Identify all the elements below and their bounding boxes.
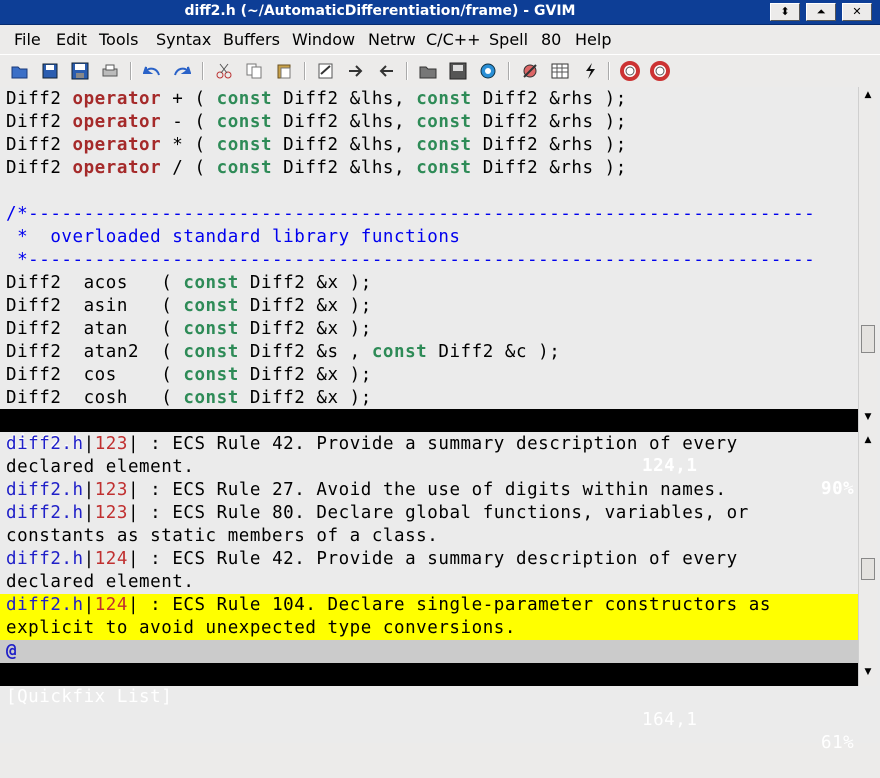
toolbar-separator	[508, 62, 510, 80]
print-icon[interactable]	[98, 59, 122, 83]
status-filename: [Quickfix List]	[6, 687, 173, 707]
comment-line[interactable]: /*--------------------------------------…	[6, 203, 815, 226]
menu-syntax[interactable]: Syntax	[156, 30, 211, 49]
save-icon[interactable]	[38, 59, 62, 83]
minimize-button[interactable]: ⬍	[770, 3, 800, 21]
code-line[interactable]: Diff2 asin ( const Diff2 &x );	[6, 295, 372, 318]
quickfix-item[interactable]: diff2.h|123| : ECS Rule 42. Provide a su…	[6, 433, 738, 456]
menu-spell[interactable]: Spell	[489, 30, 528, 49]
scroll-down-arrow-icon[interactable]: ▼	[860, 664, 876, 680]
shell-icon[interactable]	[548, 59, 572, 83]
code-line[interactable]: Diff2 operator + ( const Diff2 &lhs, con…	[6, 88, 627, 111]
quickfix-item-current[interactable]: diff2.h|124| : ECS Rule 104. Declare sin…	[6, 594, 771, 617]
quickfix-item-cont[interactable]: constants as static members of a class.	[6, 525, 438, 548]
quickfix-item-cont[interactable]: declared element.	[6, 456, 194, 479]
undo-icon[interactable]	[140, 59, 164, 83]
open-icon[interactable]	[8, 59, 32, 83]
scrollbar-top[interactable]: ▲ ▼	[858, 87, 877, 432]
code-line[interactable]: Diff2 cosh ( const Diff2 &x );	[6, 387, 372, 410]
status-percent: 90%	[821, 479, 855, 499]
maximize-icon: ⏶	[816, 5, 826, 18]
replace-icon[interactable]	[314, 59, 338, 83]
code-line[interactable]: Diff2 operator - ( const Diff2 &lhs, con…	[6, 111, 627, 134]
code-line[interactable]: Diff2 atan ( const Diff2 &x );	[6, 318, 372, 341]
back-icon[interactable]	[374, 59, 398, 83]
run-script-icon[interactable]	[476, 59, 500, 83]
forward-icon[interactable]	[344, 59, 368, 83]
minimize-icon: ⬍	[780, 5, 790, 18]
toolbar-separator	[202, 62, 204, 80]
quickfix-item-cont[interactable]: declared element.	[6, 571, 194, 594]
cut-icon[interactable]	[212, 59, 236, 83]
scroll-up-arrow-icon[interactable]: ▲	[860, 87, 876, 103]
menu-edit[interactable]: Edit	[56, 30, 87, 49]
make-icon[interactable]	[518, 59, 542, 83]
menu-window[interactable]: Window	[292, 30, 355, 49]
menu-80[interactable]: 80	[541, 30, 561, 49]
cursor-marker: @	[6, 641, 18, 661]
status-position: 164,1	[642, 710, 698, 730]
quickfix-item-cont[interactable]: explicit to avoid unexpected type conver…	[6, 617, 516, 640]
menu-file[interactable]: File	[14, 30, 41, 49]
toolbar-separator	[130, 62, 132, 80]
help-icon[interactable]	[618, 59, 642, 83]
maximize-button[interactable]: ⏶	[806, 3, 836, 21]
title-bar: diff2.h (~/AutomaticDifferentiation/fram…	[0, 0, 880, 25]
scrollbar-bottom[interactable]: ▲ ▼	[858, 432, 877, 686]
code-line[interactable]: Diff2 operator / ( const Diff2 &lhs, con…	[6, 157, 627, 180]
code-line[interactable]: Diff2 acos ( const Diff2 &x );	[6, 272, 372, 295]
paste-icon[interactable]	[272, 59, 296, 83]
code-line[interactable]: Diff2 operator * ( const Diff2 &lhs, con…	[6, 134, 627, 157]
menu-tools[interactable]: Tools	[99, 30, 138, 49]
menu-help[interactable]: Help	[575, 30, 611, 49]
scroll-up-arrow-icon[interactable]: ▲	[860, 432, 876, 448]
save-session-icon[interactable]	[446, 59, 470, 83]
menu-c-cpp[interactable]: C/C++	[426, 30, 481, 49]
toolbar	[0, 54, 880, 88]
quickfix-item[interactable]: diff2.h|124| : ECS Rule 42. Provide a su…	[6, 548, 738, 571]
status-position: 124,1	[642, 456, 698, 476]
editor-area[interactable]: Diff2 operator + ( const Diff2 &lhs, con…	[0, 87, 880, 753]
cursor-row	[0, 640, 858, 663]
scrollbar-thumb[interactable]	[861, 558, 875, 580]
status-line-bottom: [Quickfix List] 164,1 61%	[0, 663, 858, 753]
comment-line[interactable]: * overloaded standard library functions	[6, 226, 461, 249]
toolbar-separator	[608, 62, 610, 80]
close-button[interactable]: ✕	[842, 3, 872, 21]
menu-bar: File Edit Tools Syntax Buffers Window Ne…	[0, 25, 880, 53]
save-all-icon[interactable]	[68, 59, 92, 83]
comment-line[interactable]: *---------------------------------------…	[6, 249, 815, 272]
toolbar-separator	[406, 62, 408, 80]
close-icon: ✕	[852, 5, 862, 18]
copy-icon[interactable]	[242, 59, 266, 83]
code-line[interactable]: Diff2 cos ( const Diff2 &x );	[6, 364, 372, 387]
quickfix-item[interactable]: diff2.h|123| : ECS Rule 80. Declare glob…	[6, 502, 749, 525]
status-percent: 61%	[821, 733, 855, 753]
ctags-icon[interactable]	[578, 59, 602, 83]
redo-icon[interactable]	[170, 59, 194, 83]
toolbar-separator	[304, 62, 306, 80]
code-line[interactable]: Diff2 atan2 ( const Diff2 &s , const Dif…	[6, 341, 560, 364]
scroll-down-arrow-icon[interactable]: ▼	[860, 409, 876, 425]
quickfix-item[interactable]: diff2.h|123| : ECS Rule 27. Avoid the us…	[6, 479, 727, 502]
load-session-icon[interactable]	[416, 59, 440, 83]
menu-buffers[interactable]: Buffers	[223, 30, 280, 49]
scrollbar-thumb[interactable]	[861, 325, 875, 353]
menu-netrw[interactable]: Netrw	[368, 30, 416, 49]
window-title: diff2.h (~/AutomaticDifferentiation/fram…	[184, 3, 576, 19]
status-line-top: diff2.h 124,1 90%	[0, 409, 858, 499]
find-help-icon[interactable]	[648, 59, 672, 83]
